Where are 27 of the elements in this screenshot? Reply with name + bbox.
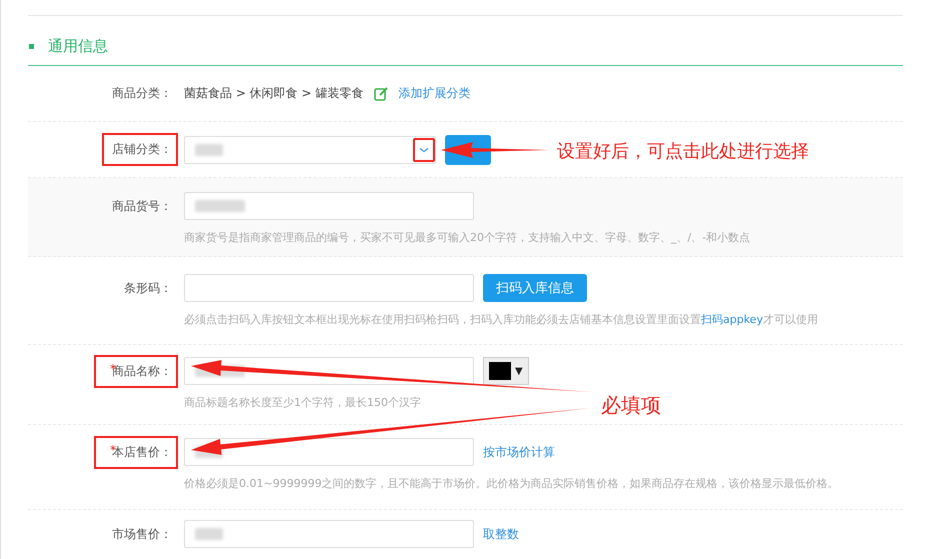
category-path: 菌菇食品 > 休闲即食 > 罐装零食 <box>184 85 364 102</box>
price-input-field[interactable] <box>184 438 474 466</box>
edit-icon[interactable] <box>374 86 390 100</box>
appkey-link[interactable]: 扫码appkey <box>701 313 763 326</box>
section-bullet-icon <box>29 44 34 49</box>
hint-text: 必须点击扫码入库按钮文本框出现光标在使用扫码枪扫码，扫码入库功能必须去店铺基本信息设置里面设置扫码appkey才可以使用 <box>184 312 818 327</box>
annotation-text: 必填项 <box>601 392 661 419</box>
price-link[interactable]: 取整数 <box>483 526 519 542</box>
store-category-select[interactable] <box>184 136 436 164</box>
hint-text: 价格必须是0.01~9999999之间的数字，且不能高于市场价。此价格为商品实际销售价格，如果商品存在规格，该价格显示最低价格。 <box>184 476 839 491</box>
price-link[interactable]: 按市场价计算 <box>483 444 555 460</box>
field-label: 条形码： <box>123 280 173 297</box>
hint-text: 商家货号是指商家管理商品的编号，买家不可见最多可输入20个字符，支持输入中文、字母、数字、_、/、-和小数点 <box>184 230 750 245</box>
section-title: 通用信息 <box>48 37 108 56</box>
field-label: 商品货号： <box>111 198 173 215</box>
barcode-input-field[interactable] <box>184 274 474 302</box>
field-label: 市场售价： <box>111 526 173 543</box>
scan-button[interactable]: 扫码入库信息 <box>483 274 587 302</box>
annotation-text: 设置好后，可点击此处进行选择 <box>557 140 809 163</box>
color-picker[interactable]: ▼ <box>483 357 529 385</box>
add-category-link[interactable]: 添加扩展分类 <box>398 85 470 102</box>
caret-icon[interactable] <box>413 138 435 162</box>
price-input-field[interactable] <box>184 520 474 548</box>
field-label: 店铺分类： <box>102 133 178 166</box>
field-label: 商品分类： <box>111 85 173 102</box>
input-field[interactable] <box>184 192 474 220</box>
hint-text: 商品标题名称长度至少1个字符，最长150个汉字 <box>184 395 421 410</box>
